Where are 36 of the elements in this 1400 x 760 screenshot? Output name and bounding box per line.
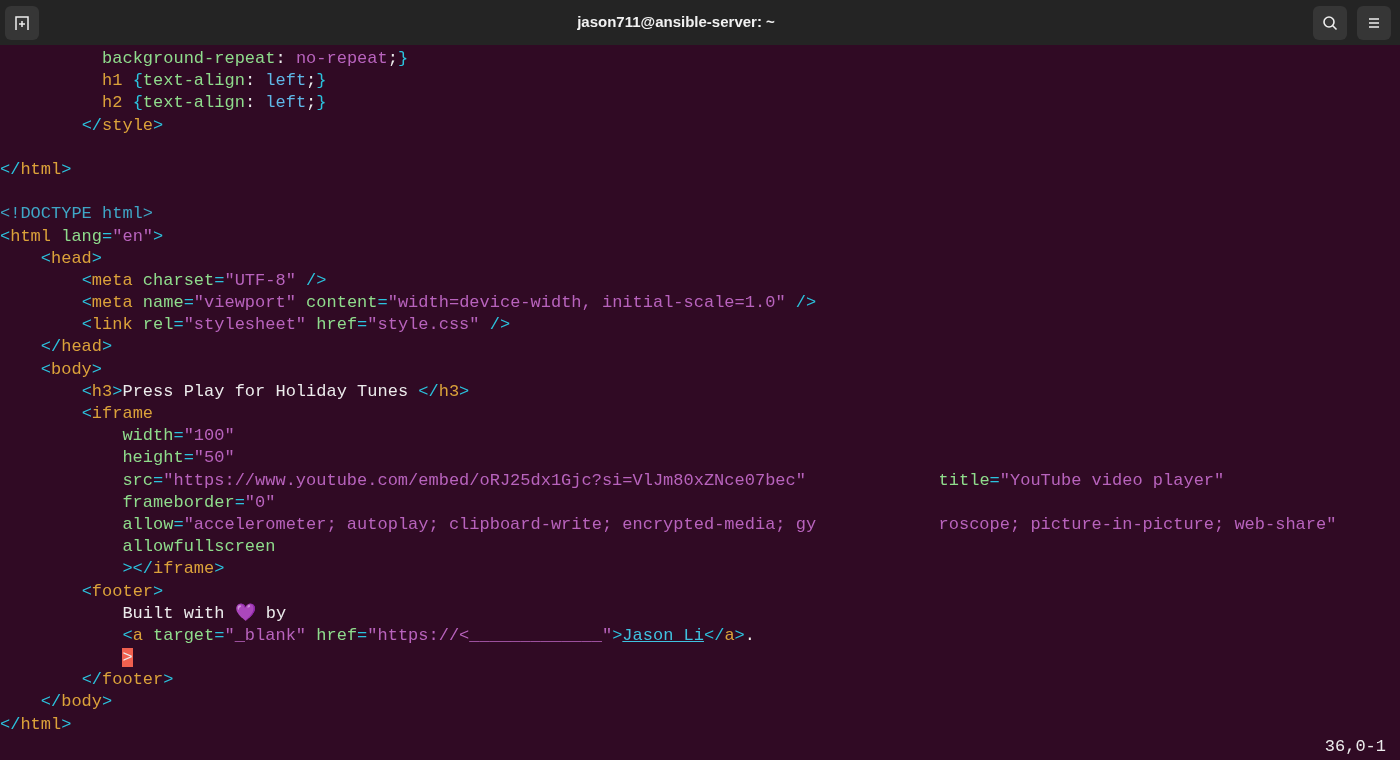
code-line: src="https://www.youtube.com/embed/oRJ25dx1Gjc?si=VlJm80xZNce07bec" title="YouTube video player" — [122, 469, 1225, 492]
code-line: allow="accelerometer; autoplay; clipboard-write; encrypted-media; gy roscope; picture-in-picture; web-share" — [122, 513, 1337, 536]
code-line: allowfullscreen — [122, 536, 276, 559]
code-line: <link rel="stylesheet" href="style.css" /> — [81, 314, 511, 337]
code-line: <meta charset="UTF-8" /> — [81, 269, 327, 292]
search-button[interactable] — [1313, 5, 1347, 40]
code-line: <footer> — [81, 580, 164, 603]
new-tab-icon — [14, 14, 30, 31]
code-line: </style> — [81, 114, 164, 137]
code-line: <body> — [40, 358, 103, 381]
code-line: height="50" — [122, 447, 235, 470]
menu-button[interactable] — [1357, 5, 1391, 40]
code-line: <iframe — [81, 403, 154, 425]
code-line: <html lang="en"> — [0, 225, 164, 248]
code-line: </footer> — [81, 669, 174, 692]
code-line: background-repeat: no-repeat;} — [102, 48, 409, 70]
code-line: h1 {text-align: left;} — [102, 70, 327, 93]
new-tab-button[interactable] — [5, 5, 39, 40]
code-line: <a target="_blank" href="https://<_____________">Jason Li</a>. — [122, 624, 755, 647]
cursor-position: 36,0-1 — [1324, 735, 1386, 758]
code-line: ></iframe> — [122, 558, 225, 581]
code-line: </html> — [0, 158, 72, 181]
code-line: <meta name="viewport" content="width=device-width, initial-scale=1.0" /> — [81, 292, 817, 315]
code-line: </html> — [0, 713, 72, 736]
code-line: <h3>Press Play for Holiday Tunes </h3> — [81, 380, 470, 403]
code-line: </body> — [40, 691, 113, 714]
window-title: jason711@ansible-server: ~ — [577, 12, 775, 33]
code-line: width="100" — [122, 425, 235, 448]
code-line: <!DOCTYPE html> — [0, 203, 154, 226]
menu-icon — [1367, 16, 1381, 29]
code-line: <head> — [40, 247, 103, 270]
code-line: </head> — [40, 336, 113, 359]
search-icon — [1322, 14, 1338, 31]
code-line: frameborder="0" — [122, 491, 276, 514]
code-line: h2 {text-align: left;} — [102, 92, 327, 115]
code-line: Built with 💜 by — [122, 602, 287, 625]
